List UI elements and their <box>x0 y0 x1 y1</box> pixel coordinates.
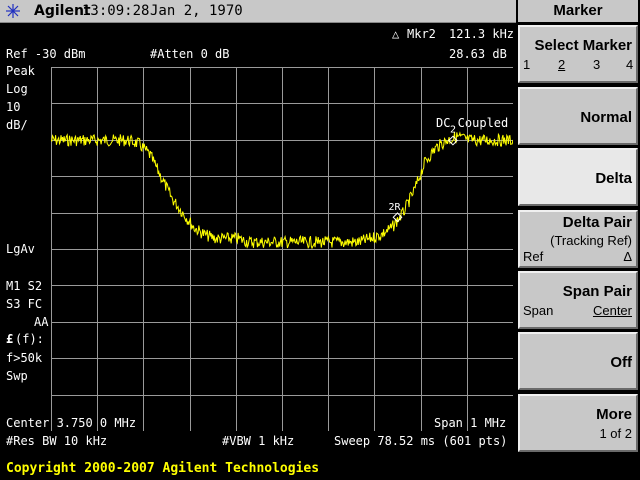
marker-amplitude: 28.63 dB <box>449 47 507 61</box>
span-pair-label: Span Pair <box>562 283 632 300</box>
video-bandwidth: #VBW 1 kHz <box>222 434 295 448</box>
agilent-logo-icon <box>6 4 20 18</box>
marker-option-3: 3 <box>593 57 601 72</box>
more-sub: 1 of 2 <box>599 426 632 441</box>
trace-mode-aa: AA <box>34 315 49 329</box>
off-label: Off <box>610 354 632 371</box>
center-frequency: Center 3.750 0 MHz <box>6 416 137 430</box>
frequency-condition: f>50k <box>6 351 43 365</box>
softkey-panel: Marker Select Marker 1 2 3 4 Normal Delt… <box>516 0 640 458</box>
clock-time: 13:09:28 <box>82 3 150 19</box>
marker-label: Mkr2 <box>407 27 436 41</box>
span-pair-softkey[interactable]: Span Pair Span Center <box>518 271 638 329</box>
resolution-bandwidth: #Res BW 10 kHz <box>6 434 108 448</box>
spectrum-display: △ Mkr2 121.3 kHz 28.63 dB Ref -30 dBm #A… <box>0 23 516 458</box>
more-softkey[interactable]: More 1 of 2 <box>518 394 638 452</box>
detector-mode: Peak <box>6 64 35 78</box>
marker-option-2-selected: 2 <box>558 57 566 72</box>
delta-pair-sub: (Tracking Ref) <box>550 233 632 248</box>
averaging-mode: LgAv <box>6 242 35 256</box>
marker-frequency: 121.3 kHz <box>449 27 515 41</box>
copyright-bar: Copyright 2000-2007 Agilent Technologies <box>0 458 640 480</box>
scale-unit: dB/ <box>6 118 28 132</box>
marker-delta-icon: △ <box>392 27 400 41</box>
title-bar: Agilent 13:09:28 Jan 2, 1970 <box>0 0 516 23</box>
span-pair-span: Span <box>523 303 554 318</box>
graticule-plot: 2 2R <box>51 67 513 431</box>
scale-type: Log <box>6 82 28 96</box>
function-label: (f): <box>15 332 44 346</box>
delta-pair-delta: Δ <box>623 249 632 264</box>
select-marker-softkey[interactable]: Select Marker 1 2 3 4 <box>518 25 638 83</box>
span-value: Span 1 MHz <box>434 416 507 430</box>
more-label: More <box>596 406 632 423</box>
copyright-text: Copyright 2000-2007 Agilent Technologies <box>6 461 320 476</box>
sweep-label: Swp <box>6 369 28 383</box>
delta-label: Delta <box>595 170 632 187</box>
trace-mode-m1s2: M1 S2 <box>6 279 43 293</box>
ref-level: Ref -30 dBm <box>6 47 86 61</box>
sweep-time: Sweep 78.52 ms (601 pts) <box>334 434 508 448</box>
delta-pair-softkey[interactable]: Delta Pair (Tracking Ref) Ref Δ <box>518 210 638 268</box>
delta-pair-label: Delta Pair <box>562 214 632 231</box>
marker-option-4: 4 <box>626 57 634 72</box>
marker-2r-label: 2R <box>389 202 402 213</box>
off-softkey[interactable]: Off <box>518 332 638 390</box>
clock-date: Jan 2, 1970 <box>150 3 243 19</box>
normal-softkey[interactable]: Normal <box>518 87 638 145</box>
trace-mode-s3fc: S3 FC <box>6 297 43 311</box>
delta-softkey[interactable]: Delta <box>518 148 638 206</box>
scale-value: 10 <box>6 100 21 114</box>
menu-title: Marker <box>518 0 638 22</box>
delta-pair-ref: Ref <box>523 249 544 264</box>
pound-symbol: £ <box>6 332 14 346</box>
attenuation: #Atten 0 dB <box>150 47 230 61</box>
select-marker-label: Select Marker <box>534 37 632 54</box>
normal-label: Normal <box>580 109 632 126</box>
marker-option-1: 1 <box>523 57 531 72</box>
marker-2-label: 2 <box>450 125 456 136</box>
span-pair-center: Center <box>592 303 632 318</box>
grid <box>51 67 513 431</box>
